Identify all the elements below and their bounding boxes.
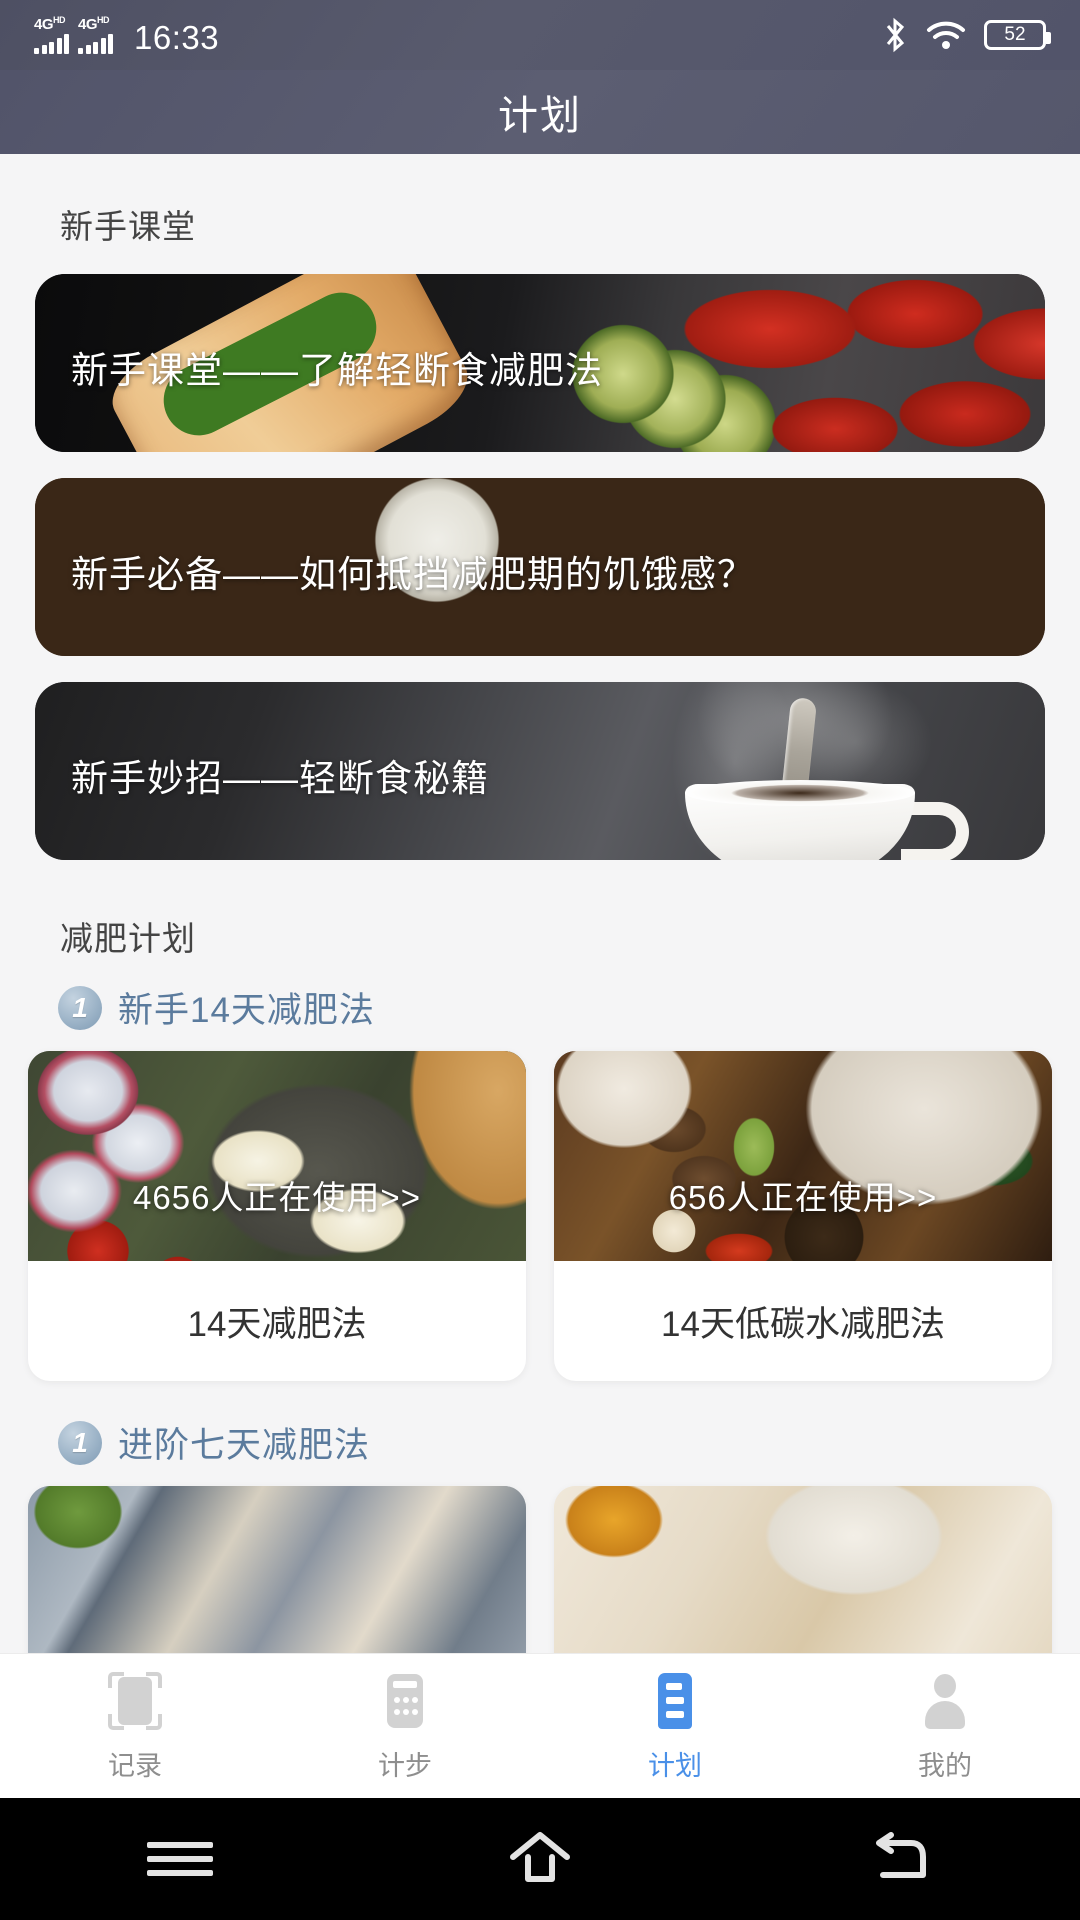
plan-card-name-2: 14天低碳水减肥法 [661,1304,945,1344]
tab-plan-label: 计划 [648,1750,702,1781]
tab-record-label: 记录 [108,1750,162,1781]
app-bar: 计划 [0,70,1080,154]
sim2-network-label: 4GHD [78,15,110,33]
plan-card-name-1: 14天减肥法 [187,1304,367,1344]
plan-group-heading-2[interactable]: 1 进阶七天减肥法 [58,1417,1080,1468]
banner-card-1[interactable]: 新手课堂——了解轻断食减肥法 [35,274,1045,452]
plan-group-title-1: 新手14天减肥法 [118,991,375,1030]
tab-plan[interactable]: 计划 [540,1670,810,1783]
nav-back-button[interactable] [720,1823,1080,1895]
tab-record[interactable]: 记录 [0,1670,270,1783]
home-icon [510,1832,570,1882]
tab-profile-label: 我的 [918,1750,972,1781]
battery-level-label: 52 [1004,24,1026,45]
plan-document-icon [644,1670,706,1732]
nav-home-button[interactable] [360,1823,720,1895]
status-bar: 4GHD 4GHD 16:33 52 [0,0,1080,70]
phone-screen: 4GHD 4GHD 16:33 52 计划 新手课堂 新手课堂——了解轻断食减肥… [0,0,1080,1920]
android-nav-bar [0,1798,1080,1920]
page-title: 计划 [498,94,582,138]
tab-pedometer-label: 计步 [378,1750,432,1781]
battery-icon: 52 [984,20,1051,50]
banner-card-3[interactable]: 新手妙招——轻断食秘籍 [35,682,1045,860]
sim1-bars-icon [34,34,69,54]
tab-pedometer[interactable]: 计步 [270,1670,540,1783]
menu-icon [147,1834,213,1884]
plan-group-badge-1: 1 [58,985,102,1030]
plan-card-users-1: 4656人正在使用>> [133,1179,421,1216]
scroll-content[interactable]: 新手课堂 新手课堂——了解轻断食减肥法 新手必备——如何抵挡减肥期的饥饿感？ 新… [0,154,1080,1699]
nav-menu-button[interactable] [0,1834,360,1884]
bluetooth-icon [886,17,905,53]
sim1-signal: 4GHD [34,16,69,54]
banner-caption-1: 新手课堂——了解轻断食减肥法 [71,350,603,391]
plan-card-image-2: 656人正在使用>> [554,1051,1052,1261]
tab-profile[interactable]: 我的 [810,1670,1080,1783]
record-scan-icon [104,1670,166,1732]
plan-card-14day-lowcarb[interactable]: 656人正在使用>> 14天低碳水减肥法 [554,1051,1052,1381]
plan-card-14day[interactable]: 4656人正在使用>> 14天减肥法 [28,1051,526,1381]
banner-card-2[interactable]: 新手必备——如何抵挡减肥期的饥饿感？ [35,478,1045,656]
plan-group-badge-2: 1 [58,1420,102,1465]
sim2-bars-icon [78,34,113,54]
plan-row-1: 4656人正在使用>> 14天减肥法 656人正在使用>> 14天低碳水减肥法 [0,1033,1080,1381]
status-bar-left: 4GHD 4GHD 16:33 [34,16,220,56]
plan-card-image-1: 4656人正在使用>> [28,1051,526,1261]
profile-person-icon [914,1670,976,1732]
sim2-signal: 4GHD [78,16,113,54]
section-title-plans: 减肥计划 [60,920,196,957]
bottom-tab-bar: 记录 计步 计划 我的 [0,1653,1080,1798]
status-bar-right: 52 [882,17,1051,53]
banner-caption-2: 新手必备——如何抵挡减肥期的饥饿感？ [71,554,755,595]
status-bar-clock: 16:33 [134,19,220,56]
back-icon [876,1832,926,1878]
banner-caption-3: 新手妙招——轻断食秘籍 [71,758,489,799]
sim1-network-label: 4GHD [34,15,66,33]
plan-group-heading-1[interactable]: 1 新手14天减肥法 [58,982,1080,1033]
wifi-icon [927,21,965,49]
plan-card-users-2: 656人正在使用>> [668,1179,938,1216]
section-title-beginner: 新手课堂 [60,208,196,245]
plan-group-title-2: 进阶七天减肥法 [118,1426,371,1465]
pedometer-icon [374,1670,436,1732]
teacup-graphic [675,696,975,860]
